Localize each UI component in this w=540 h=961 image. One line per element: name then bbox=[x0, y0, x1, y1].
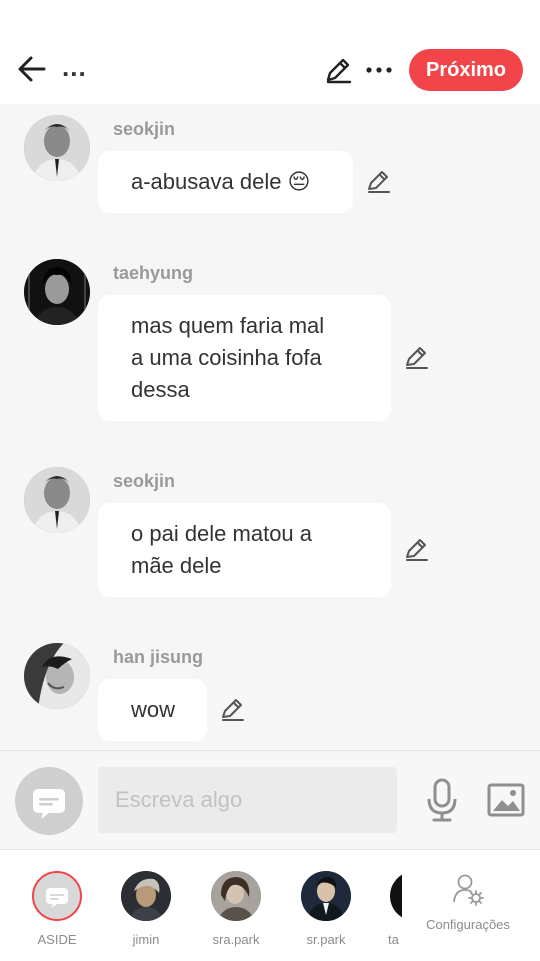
avatar-han-jisung[interactable] bbox=[24, 643, 90, 709]
edit-message-icon[interactable] bbox=[220, 696, 246, 722]
story-title: ... bbox=[62, 52, 87, 82]
edit-message-icon[interactable] bbox=[404, 536, 430, 562]
more-options-icon[interactable] bbox=[364, 54, 394, 86]
message-text: o pai dele matou a bbox=[131, 521, 313, 546]
settings-label: Configurações bbox=[426, 917, 510, 932]
edit-message-icon[interactable] bbox=[404, 344, 430, 370]
chat-message: taehyung mas quem faria mal a uma coisin… bbox=[0, 248, 540, 448]
character-bar: ASIDE jimin sra.park sr.park ta Configur… bbox=[0, 849, 540, 961]
avatar-seokjin[interactable] bbox=[24, 115, 90, 181]
chat-message: seokjin a-abusava dele 😔 bbox=[0, 104, 540, 234]
microphone-icon[interactable] bbox=[424, 777, 460, 823]
avatar bbox=[390, 871, 402, 921]
message-text: a-abusava dele 😔 bbox=[131, 169, 311, 194]
chat-message: seokjin o pai dele matou a mãe dele bbox=[0, 456, 540, 626]
character-ta[interactable]: ta bbox=[362, 871, 402, 947]
character-sr-park[interactable]: sr.park bbox=[286, 871, 366, 947]
message-text: mãe dele bbox=[131, 553, 222, 578]
settings-button[interactable]: Configurações bbox=[416, 872, 520, 932]
message-text: dessa bbox=[131, 377, 190, 402]
avatar bbox=[301, 871, 351, 921]
image-icon[interactable] bbox=[487, 783, 525, 817]
message-text: mas quem faria mal bbox=[131, 313, 325, 338]
avatar bbox=[211, 871, 261, 921]
character-label: ta bbox=[388, 932, 399, 947]
top-bar: ... Próximo bbox=[0, 0, 540, 104]
user-settings-icon bbox=[453, 874, 484, 906]
avatar-taehyung[interactable] bbox=[24, 259, 90, 325]
message-bubble[interactable]: o pai dele matou a mãe dele bbox=[98, 503, 391, 597]
avatar bbox=[121, 871, 171, 921]
message-bubble[interactable]: wow bbox=[98, 679, 207, 741]
avatar-seokjin[interactable] bbox=[24, 467, 90, 533]
message-text: a uma coisinha fofa bbox=[131, 345, 322, 370]
back-arrow-icon[interactable] bbox=[14, 52, 50, 88]
character-label: jimin bbox=[132, 932, 160, 947]
character-jimin[interactable]: jimin bbox=[106, 871, 186, 947]
message-text: wow bbox=[131, 697, 176, 722]
narrator-bubble-button[interactable] bbox=[15, 767, 83, 835]
sender-name: taehyung bbox=[113, 263, 194, 283]
chat-area: seokjin a-abusava dele 😔 taehyung mas qu… bbox=[0, 104, 540, 750]
chat-message: han jisung wow bbox=[0, 632, 540, 750]
character-label: ASIDE bbox=[37, 932, 77, 947]
message-composer bbox=[0, 750, 540, 850]
message-input[interactable] bbox=[98, 767, 397, 833]
edit-pencil-icon[interactable] bbox=[322, 54, 354, 86]
sender-name: seokjin bbox=[113, 119, 176, 139]
character-label: sr.park bbox=[306, 932, 346, 947]
edit-message-icon[interactable] bbox=[366, 168, 392, 194]
message-bubble[interactable]: a-abusava dele 😔 bbox=[98, 151, 353, 213]
message-bubble[interactable]: mas quem faria mal a uma coisinha fofa d… bbox=[98, 295, 391, 421]
character-label: sra.park bbox=[212, 932, 260, 947]
next-button[interactable]: Próximo bbox=[409, 49, 523, 91]
character-sra-park[interactable]: sra.park bbox=[196, 871, 276, 947]
aside-avatar bbox=[32, 871, 82, 921]
sender-name: seokjin bbox=[113, 471, 176, 491]
sender-name: han jisung bbox=[113, 647, 203, 667]
character-aside[interactable]: ASIDE bbox=[17, 871, 97, 947]
